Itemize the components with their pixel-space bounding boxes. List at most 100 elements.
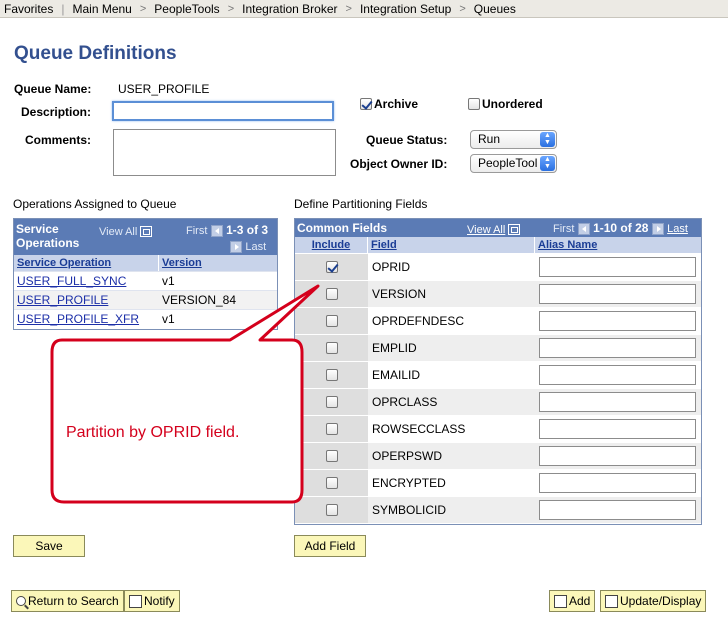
object-owner-select[interactable]: PeopleTool ▲ ▼ [470, 154, 557, 173]
include-checkbox[interactable] [325, 450, 338, 462]
next-arrow-icon[interactable] [230, 240, 242, 253]
chevron-right-icon: > [139, 2, 147, 15]
breadcrumb-favorites[interactable]: Favorites [0, 2, 59, 16]
table-row: ENCRYPTED [295, 469, 701, 496]
include-checkbox[interactable] [325, 315, 338, 327]
view-all-link[interactable]: View All [99, 224, 153, 238]
alias-name-input[interactable] [539, 365, 696, 385]
first-link[interactable]: First [553, 223, 574, 235]
grid-header: Common Fields View All First 1-10 of 28 … [295, 219, 701, 237]
alias-name-input[interactable] [539, 338, 696, 358]
breadcrumb: Favorites | Main Menu > PeopleTools > In… [0, 0, 728, 18]
table-row: OPRDEFNDESC [295, 307, 701, 334]
column-headers: Include Field Alias Name [295, 237, 701, 253]
pager: First 1-3 of 3 [186, 223, 268, 237]
include-checkbox[interactable] [325, 369, 338, 381]
queue-name-value: USER_PROFILE [118, 82, 210, 96]
chevron-right-icon: > [459, 2, 466, 15]
breadcrumb-peopletools[interactable]: PeopleTools [148, 2, 225, 16]
add-label: Add [569, 594, 591, 608]
description-field[interactable] [112, 101, 334, 121]
chevron-right-icon: > [227, 2, 235, 15]
alias-name-input[interactable] [539, 419, 696, 439]
partition-fields-grid: Common Fields View All First 1-10 of 28 … [294, 218, 702, 525]
previous-arrow-icon[interactable] [210, 224, 223, 237]
chevron-right-icon: > [345, 2, 352, 15]
last-link[interactable]: Last [667, 223, 688, 235]
notify-label: Notify [144, 594, 175, 608]
unordered-checkbox[interactable] [468, 98, 480, 110]
previous-arrow-icon[interactable] [577, 222, 590, 235]
field-rows: OPRID VERSION OPRDEFNDESC EMPLID EMAILID OPRC… [295, 253, 701, 523]
next-arrow-icon[interactable] [651, 222, 664, 235]
add-button[interactable]: Add [549, 590, 596, 612]
field-name: OPRCLASS [372, 395, 438, 409]
alias-cell [535, 338, 701, 358]
return-to-search-button[interactable]: Return to Search [11, 590, 124, 612]
include-checkbox[interactable] [325, 396, 338, 408]
zoom-icon[interactable] [508, 224, 521, 236]
queue-status-select[interactable]: Run ▲ ▼ [470, 130, 557, 149]
field-name: OPRDEFNDESC [372, 314, 465, 328]
alias-name-input[interactable] [539, 284, 696, 304]
unordered-option[interactable]: Unordered [468, 97, 543, 111]
table-row: EMAILID [295, 361, 701, 388]
field-name: ENCRYPTED [372, 476, 446, 490]
alias-cell [535, 365, 701, 385]
archive-checkbox[interactable] [360, 98, 372, 110]
table-row: OPRID [295, 253, 701, 280]
breadcrumb-queues[interactable]: Queues [468, 2, 522, 16]
callout-text: Partition by OPRID field. [66, 424, 240, 441]
breadcrumb-integration-setup[interactable]: Integration Setup [354, 2, 457, 16]
column-service-operation[interactable]: Service Operation [14, 255, 159, 271]
include-checkbox[interactable] [325, 261, 338, 273]
include-checkbox[interactable] [325, 288, 338, 300]
alias-name-input[interactable] [539, 392, 696, 412]
archive-label: Archive [374, 97, 419, 111]
breadcrumb-divider: | [61, 1, 65, 16]
queue-status-label: Queue Status: [366, 133, 448, 147]
first-link[interactable]: First [186, 225, 207, 237]
update-display-button[interactable]: Update/Display [600, 590, 707, 612]
field-name: VERSION [372, 287, 427, 301]
include-checkbox[interactable] [325, 342, 338, 354]
select-arrows-icon: ▲ ▼ [540, 156, 555, 171]
column-version[interactable]: Version [159, 255, 277, 271]
breadcrumb-main-menu[interactable]: Main Menu [66, 2, 137, 16]
alias-cell [535, 311, 701, 331]
alias-name-input[interactable] [539, 446, 696, 466]
alias-name-input[interactable] [539, 257, 696, 277]
alias-name-input[interactable] [539, 500, 696, 520]
field-name: EMAILID [372, 368, 421, 382]
alias-cell [535, 392, 701, 412]
description-label: Description: [21, 105, 92, 119]
search-icon [16, 596, 26, 606]
row-range: 1-3 of 3 [226, 223, 269, 237]
column-field[interactable]: Field [368, 237, 535, 253]
comments-label: Comments: [25, 133, 92, 147]
object-owner-label: Object Owner ID: [350, 157, 448, 171]
alias-name-input[interactable] [539, 311, 696, 331]
unordered-label: Unordered [482, 97, 543, 111]
include-checkbox[interactable] [325, 423, 338, 435]
add-field-button[interactable]: Add Field [294, 535, 366, 557]
notify-button[interactable]: Notify [124, 590, 180, 612]
column-alias-name[interactable]: Alias Name [535, 237, 701, 253]
save-button[interactable]: Save [13, 535, 85, 557]
zoom-icon[interactable] [140, 226, 153, 238]
queue-status-value: Run [478, 132, 501, 146]
last-link[interactable]: Last [245, 241, 266, 253]
comments-field[interactable] [113, 129, 336, 176]
table-row: OPERPSWD [295, 442, 701, 469]
include-checkbox[interactable] [325, 477, 338, 489]
partition-section-title: Define Partitioning Fields [294, 197, 428, 211]
breadcrumb-integration-broker[interactable]: Integration Broker [236, 2, 343, 16]
update-display-label: Update/Display [620, 594, 702, 608]
view-all-link[interactable]: View All [467, 222, 521, 236]
alias-name-input[interactable] [539, 473, 696, 493]
column-include[interactable]: Include [295, 237, 368, 253]
archive-option[interactable]: Archive [360, 97, 418, 111]
alias-cell [535, 446, 701, 466]
include-checkbox[interactable] [325, 504, 338, 516]
table-row: SYMBOLICID [295, 496, 701, 523]
